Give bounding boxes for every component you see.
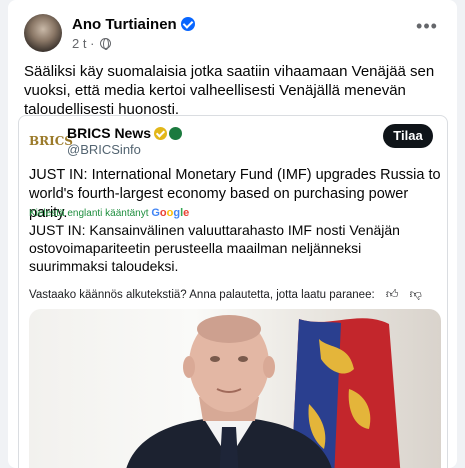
meta-separator: · [90,36,95,51]
translation-note: Kielestä englanti kääntänyt Google [29,207,189,219]
portrait-photo [126,315,401,468]
affiliate-badge-icon [169,127,183,140]
thumbs-up-icon[interactable]: 👍︎ [386,287,399,302]
thumbs-down-icon[interactable]: 👎︎ [410,287,422,302]
post-meta: 2 t · [72,36,112,51]
google-wordmark: Google [151,207,189,219]
post-header: Ano Turtiainen 2 t · ••• [24,14,445,56]
brics-logo: BRICS [29,134,73,148]
author-name-label: Ano Turtiainen [72,16,177,33]
translation-feedback: Vastaako käännös alkutekstiä? Anna palau… [29,287,422,302]
google-letter: e [183,207,190,219]
google-letter: G [151,207,160,219]
embed-handle: @BRICSinfo [67,142,141,157]
embed-author[interactable]: BRICS News [67,125,183,141]
feedback-label: Vastaako käännös alkutekstiä? Anna palau… [29,289,375,301]
verified-badge-icon [180,17,195,31]
subscribe-button[interactable]: Tilaa [383,124,433,148]
tweet-image[interactable] [29,309,441,468]
embedded-tweet[interactable]: BRICS BRICS News @BRICSinfo Tilaa JUST I… [18,115,448,468]
more-options-button[interactable]: ••• [413,17,441,40]
author-name[interactable]: Ano Turtiainen [72,16,195,33]
avatar[interactable] [24,14,62,52]
post-time[interactable]: 2 t [72,36,86,51]
tweet-text-translated: JUST IN: Kansainvälinen valuuttarahasto … [29,222,400,274]
gold-verified-icon [154,127,168,140]
google-logo: Google [151,207,189,219]
google-letter: o [159,207,167,219]
post-card: Ano Turtiainen 2 t · ••• Sääliksi käy su… [8,0,457,468]
globe-icon [100,38,112,50]
embed-author-label: BRICS News [67,125,152,141]
post-text: Sääliksi käy suomalaisia jotka saatiin v… [24,63,435,118]
translation-label: Kielestä englanti kääntänyt [29,208,149,219]
